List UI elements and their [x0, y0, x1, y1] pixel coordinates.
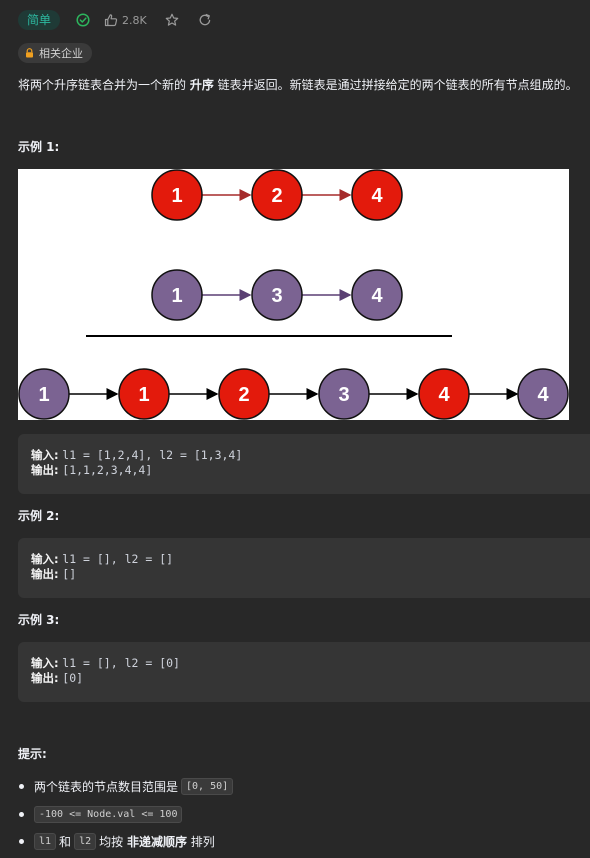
list1-node: 1 — [151, 169, 203, 221]
solved-status — [76, 13, 90, 27]
lock-icon — [26, 48, 33, 58]
example-1-codeblock: 输入: l1 = [1,2,4], l2 = [1,3,4] 输出: [1,1,… — [18, 434, 590, 494]
example-1-title: 示例 1: — [18, 140, 60, 154]
merge-lists-diagram: 1 2 4 1 3 4 1 1 2 3 4 4 — [18, 169, 569, 420]
hint-emphasis: 非递减顺序 — [126, 834, 187, 849]
hint-text: 均按 — [99, 834, 124, 849]
example-1-diagram: 1 2 4 1 3 4 1 1 2 3 4 4 — [18, 169, 569, 420]
list1-node-value: 2 — [271, 185, 282, 207]
merged-node-value: 4 — [537, 384, 549, 406]
example-output-line: 输出: [0] — [31, 671, 590, 686]
hint-text: 和 — [59, 834, 72, 849]
list1-node-value: 1 — [171, 185, 182, 207]
hint-text: 排列 — [190, 834, 215, 849]
problem-meta-bar: 简单 2.8K — [18, 9, 212, 31]
example-output-line: 输出: [1,1,2,3,4,4] — [31, 463, 590, 478]
merged-node-value: 3 — [338, 384, 349, 406]
output-value: [1,1,2,3,4,4] — [62, 463, 153, 477]
like-count: 2.8K — [122, 13, 147, 27]
bullet-icon — [19, 839, 24, 844]
hints-title: 提示: — [18, 747, 47, 761]
input-label: 输入: — [31, 656, 59, 670]
merged-node: 1 — [18, 368, 70, 420]
merged-node-value: 1 — [138, 384, 149, 406]
difficulty-badge[interactable]: 简单 — [18, 10, 61, 30]
star-icon — [165, 13, 179, 26]
example-input-line: 输入: l1 = [], l2 = [0] — [31, 656, 590, 671]
problem-description: 将两个升序链表合并为一个新的 升序 链表并返回。新链表是通过拼接给定的两个链表的… — [18, 77, 578, 93]
list1-node: 2 — [251, 169, 303, 221]
bullet-icon — [19, 812, 24, 817]
list1-node: 4 — [351, 169, 403, 221]
merged-node: 4 — [517, 368, 569, 420]
example-input-line: 输入: l1 = [], l2 = [] — [31, 552, 590, 567]
like-button[interactable]: 2.8K — [104, 13, 147, 27]
merged-node-value: 4 — [438, 384, 450, 406]
check-circle-icon — [76, 13, 90, 27]
list2-node: 1 — [151, 269, 203, 321]
example-output-line: 输出: [] — [31, 567, 590, 582]
list2-node: 4 — [351, 269, 403, 321]
hint-code: -100 <= Node.val <= 100 — [34, 806, 183, 823]
hint-code: l2 — [74, 833, 97, 850]
thumbs-up-icon — [104, 14, 118, 27]
description-text: 将两个升序链表合并为一个新的 — [18, 78, 190, 92]
list1-node-value: 4 — [371, 185, 383, 207]
example-2-codeblock: 输入: l1 = [], l2 = [] 输出: [] — [18, 538, 590, 598]
merged-node: 3 — [318, 368, 370, 420]
list2-node-value: 4 — [371, 285, 383, 307]
favorite-button[interactable] — [165, 13, 179, 27]
bullet-icon — [19, 784, 24, 789]
list2-node-value: 3 — [271, 285, 282, 307]
merged-node: 4 — [418, 368, 470, 420]
input-label: 输入: — [31, 448, 59, 462]
list2-node: 3 — [251, 269, 303, 321]
output-label: 输出: — [31, 671, 59, 685]
input-label: 输入: — [31, 552, 59, 566]
output-label: 输出: — [31, 567, 59, 581]
example-3-title: 示例 3: — [18, 613, 60, 627]
hint-item: -100 <= Node.val <= 100 — [18, 806, 185, 823]
merged-node: 1 — [118, 368, 170, 420]
input-value: l1 = [], l2 = [] — [62, 552, 174, 566]
company-tag-chip[interactable]: 相关企业 — [18, 43, 92, 63]
share-button[interactable] — [198, 13, 212, 27]
merged-node-value: 1 — [38, 384, 49, 406]
hint-item: l1 和 l2 均按 非递减顺序 排列 — [18, 833, 215, 850]
description-text-end: 链表并返回。新链表是通过拼接给定的两个链表的所有节点组成的。 — [213, 78, 578, 92]
share-icon — [199, 13, 210, 26]
input-value: l1 = [], l2 = [0] — [62, 656, 180, 670]
output-value: [0] — [62, 671, 84, 685]
company-tag-label: 相关企业 — [39, 47, 83, 60]
list2-node-value: 1 — [171, 285, 182, 307]
description-emphasis: 升序 — [189, 78, 214, 92]
output-value: [] — [62, 567, 77, 581]
hint-text: 两个链表的节点数目范围是 — [34, 779, 179, 794]
hint-code: l1 — [34, 833, 57, 850]
example-3-codeblock: 输入: l1 = [], l2 = [0] 输出: [0] — [18, 642, 590, 702]
example-2-title: 示例 2: — [18, 509, 60, 523]
hint-item: 两个链表的节点数目范围是 [0, 50] — [18, 778, 236, 795]
merged-node-value: 2 — [238, 384, 249, 406]
output-label: 输出: — [31, 463, 59, 477]
input-value: l1 = [1,2,4], l2 = [1,3,4] — [62, 448, 243, 462]
example-input-line: 输入: l1 = [1,2,4], l2 = [1,3,4] — [31, 448, 590, 463]
hint-code: [0, 50] — [181, 778, 234, 795]
merged-node: 2 — [218, 368, 270, 420]
